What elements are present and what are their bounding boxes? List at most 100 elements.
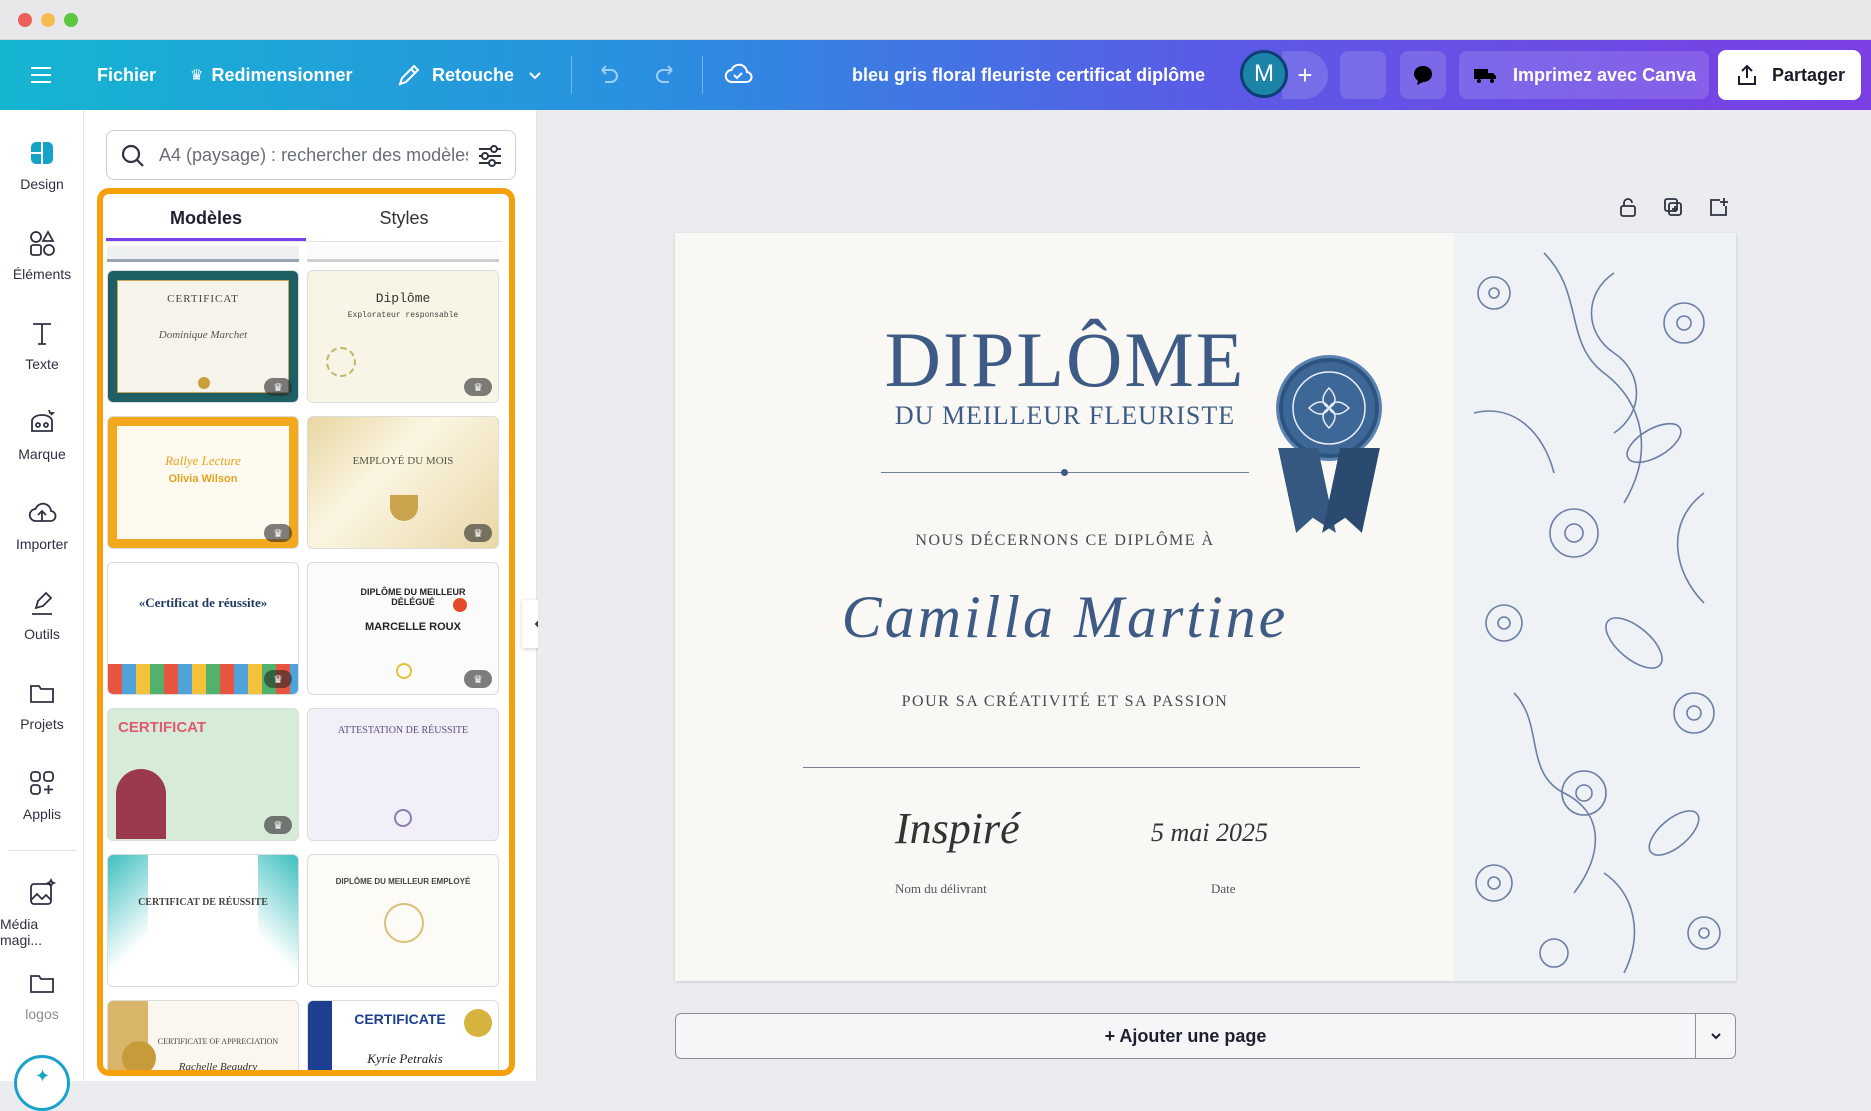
plus-icon: + — [1297, 59, 1313, 90]
date-label[interactable]: Date — [1211, 881, 1236, 897]
rail-item-elements[interactable]: Éléments — [0, 228, 84, 308]
minimize-window-button[interactable] — [41, 13, 55, 27]
window-titlebar — [0, 0, 1871, 40]
shapes-icon — [30, 230, 55, 256]
print-label: Imprimez avec Canva — [1513, 64, 1697, 85]
folder-icon — [30, 685, 54, 703]
award-seal[interactable] — [1279, 358, 1379, 458]
template-title: CERTIFICATE — [354, 1011, 446, 1027]
template-title: DIPLÔME DU MEILLEUR DÉLÉGUÉ — [360, 587, 466, 607]
add-page-icon-button[interactable] — [1707, 196, 1729, 223]
upload-icon — [1737, 64, 1756, 85]
document-title[interactable]: bleu gris floral fleuriste certificat di… — [852, 40, 1205, 110]
template-title: DIPLÔME DU MEILLEUR EMPLOYÉ — [335, 877, 471, 886]
share-button[interactable]: Partager — [1718, 50, 1861, 100]
rail-item-text[interactable]: Texte — [0, 318, 84, 398]
issuer-signature[interactable]: Inspiré — [895, 803, 1020, 854]
rail-item-magic-media[interactable]: Média magi... — [0, 878, 84, 958]
template-title: «Certificat de réussite» — [138, 595, 268, 610]
duplicate-page-button[interactable] — [1662, 196, 1684, 223]
templates-panel: A4 (paysage) : rechercher des modèles Mo… — [84, 110, 614, 1081]
template-card[interactable]: DIPLÔME DU MEILLEUR EMPLOYÉ — [307, 854, 499, 987]
editor-toolbar: Fichier ♛ Redimensionner Retouche bleu g… — [0, 40, 1871, 110]
share-label: Partager — [1771, 64, 1846, 85]
add-collaborator-button[interactable]: + — [1282, 51, 1328, 99]
rail-item-upload[interactable]: Importer — [0, 498, 84, 578]
cloud-check-icon — [724, 63, 753, 83]
template-card[interactable]: ATTESTATION DE RÉUSSITE — [307, 708, 499, 841]
rail-item-tools[interactable]: Outils — [0, 588, 84, 668]
rail-label: logos — [25, 1006, 59, 1022]
award-line[interactable]: NOUS DÉCERNONS CE DIPLÔME À — [675, 532, 1455, 550]
magic-image-icon — [30, 878, 57, 905]
retouch-label: Retouche — [432, 64, 515, 85]
rail-label: Applis — [22, 806, 62, 822]
cloud-save-button[interactable] — [723, 40, 753, 110]
template-card[interactable]: EMPLOYÉ DU MOIS ♛ — [307, 416, 499, 549]
rail-label: Importer — [15, 536, 69, 552]
date-value[interactable]: 5 mai 2025 — [1151, 818, 1268, 848]
floral-illustration[interactable] — [1454, 233, 1736, 981]
template-card[interactable]: Rallye Lecture Olivia Wilson ♛ — [107, 416, 299, 549]
add-page-options-button[interactable] — [1695, 1014, 1735, 1058]
undo-button[interactable] — [594, 40, 622, 110]
comments-button[interactable] — [1400, 51, 1446, 99]
rail-label: Marque — [18, 446, 66, 462]
issuer-label[interactable]: Nom du délivrant — [895, 881, 987, 897]
template-card[interactable]: CERTIFICAT Dominique Marchet ♛ — [107, 270, 299, 403]
certificate-page[interactable]: DIPLÔME DU MEILLEUR FLEURISTE NOUS DÉCER… — [675, 233, 1736, 981]
template-card[interactable]: CERTIFICATE OF APPRECIATION Rachelle Bea… — [107, 1000, 299, 1070]
magic-assistant-button[interactable]: ✦ — [14, 1055, 70, 1111]
comment-icon — [1414, 66, 1432, 85]
template-card[interactable]: CERTIFICATE Kyrie Petrakis — [307, 1000, 499, 1070]
resize-button[interactable]: ♛ Redimensionner — [190, 40, 352, 110]
flower-seal-icon — [1292, 371, 1366, 445]
award-reason[interactable]: POUR SA CRÉATIVITÉ ET SA PASSION — [675, 693, 1455, 711]
print-with-canva-button[interactable]: Imprimez avec Canva — [1459, 51, 1709, 99]
avatar[interactable]: M — [1240, 50, 1288, 98]
rail-item-projects[interactable]: Projets — [0, 678, 84, 758]
menu-button[interactable] — [28, 40, 54, 110]
resize-label: Redimensionner — [211, 64, 353, 85]
filter-button[interactable] — [468, 142, 512, 170]
premium-crown-icon: ♛ — [264, 816, 292, 834]
template-name: Explorateur responsable — [347, 311, 459, 320]
recipient-name[interactable]: Camilla Martine — [675, 583, 1455, 652]
rail-item-design[interactable]: Design — [0, 138, 84, 218]
tab-templates[interactable]: Modèles — [106, 196, 306, 240]
templates-grid: CERTIFICAT Dominique Marchet ♛ Diplôme E… — [107, 270, 507, 1070]
tab-styles[interactable]: Styles — [306, 196, 502, 240]
rail-item-brand[interactable]: Marque — [0, 408, 84, 488]
add-page-icon — [1710, 198, 1728, 216]
template-card[interactable]: CERTIFICAT ♛ — [107, 708, 299, 841]
template-title: CERTIFICAT — [118, 719, 207, 736]
close-window-button[interactable] — [18, 13, 32, 27]
template-card[interactable]: CERTIFICAT DE RÉUSSITE — [107, 854, 299, 987]
undo-icon — [601, 65, 618, 83]
rail-label: Texte — [25, 356, 59, 372]
lock-page-button[interactable] — [1617, 196, 1639, 223]
template-title: CERTIFICATE OF APPRECIATION — [157, 1037, 279, 1046]
template-card[interactable]: Diplôme Explorateur responsable ♛ — [307, 270, 499, 403]
rail-label: Projets — [20, 716, 64, 732]
toolbar-divider — [571, 56, 572, 94]
insights-button[interactable] — [1340, 51, 1386, 99]
pencil-icon — [398, 64, 420, 86]
redo-button[interactable] — [652, 40, 680, 110]
retouch-button[interactable]: Retouche — [396, 40, 544, 110]
rail-item-logos[interactable]: logos — [0, 968, 84, 1048]
template-card[interactable]: DIPLÔME DU MEILLEUR DÉLÉGUÉ MARCELLE ROU… — [307, 562, 499, 695]
rail-divider — [8, 850, 76, 851]
rail-item-apps[interactable]: Applis — [0, 768, 84, 848]
toolbar-divider — [702, 56, 703, 94]
premium-crown-icon: ♛ — [264, 524, 292, 542]
template-card[interactable]: «Certificat de réussite» ♛ — [107, 562, 299, 695]
file-menu-button[interactable]: Fichier — [97, 40, 156, 110]
template-search-input[interactable]: A4 (paysage) : rechercher des modèles — [106, 130, 516, 180]
rail-label: Média magi... — [0, 916, 43, 948]
text-icon — [33, 323, 51, 345]
zoom-window-button[interactable] — [64, 13, 78, 27]
add-page-button[interactable]: + Ajouter une page — [676, 1026, 1695, 1047]
apps-icon — [30, 771, 54, 795]
tab-divider — [106, 241, 502, 242]
